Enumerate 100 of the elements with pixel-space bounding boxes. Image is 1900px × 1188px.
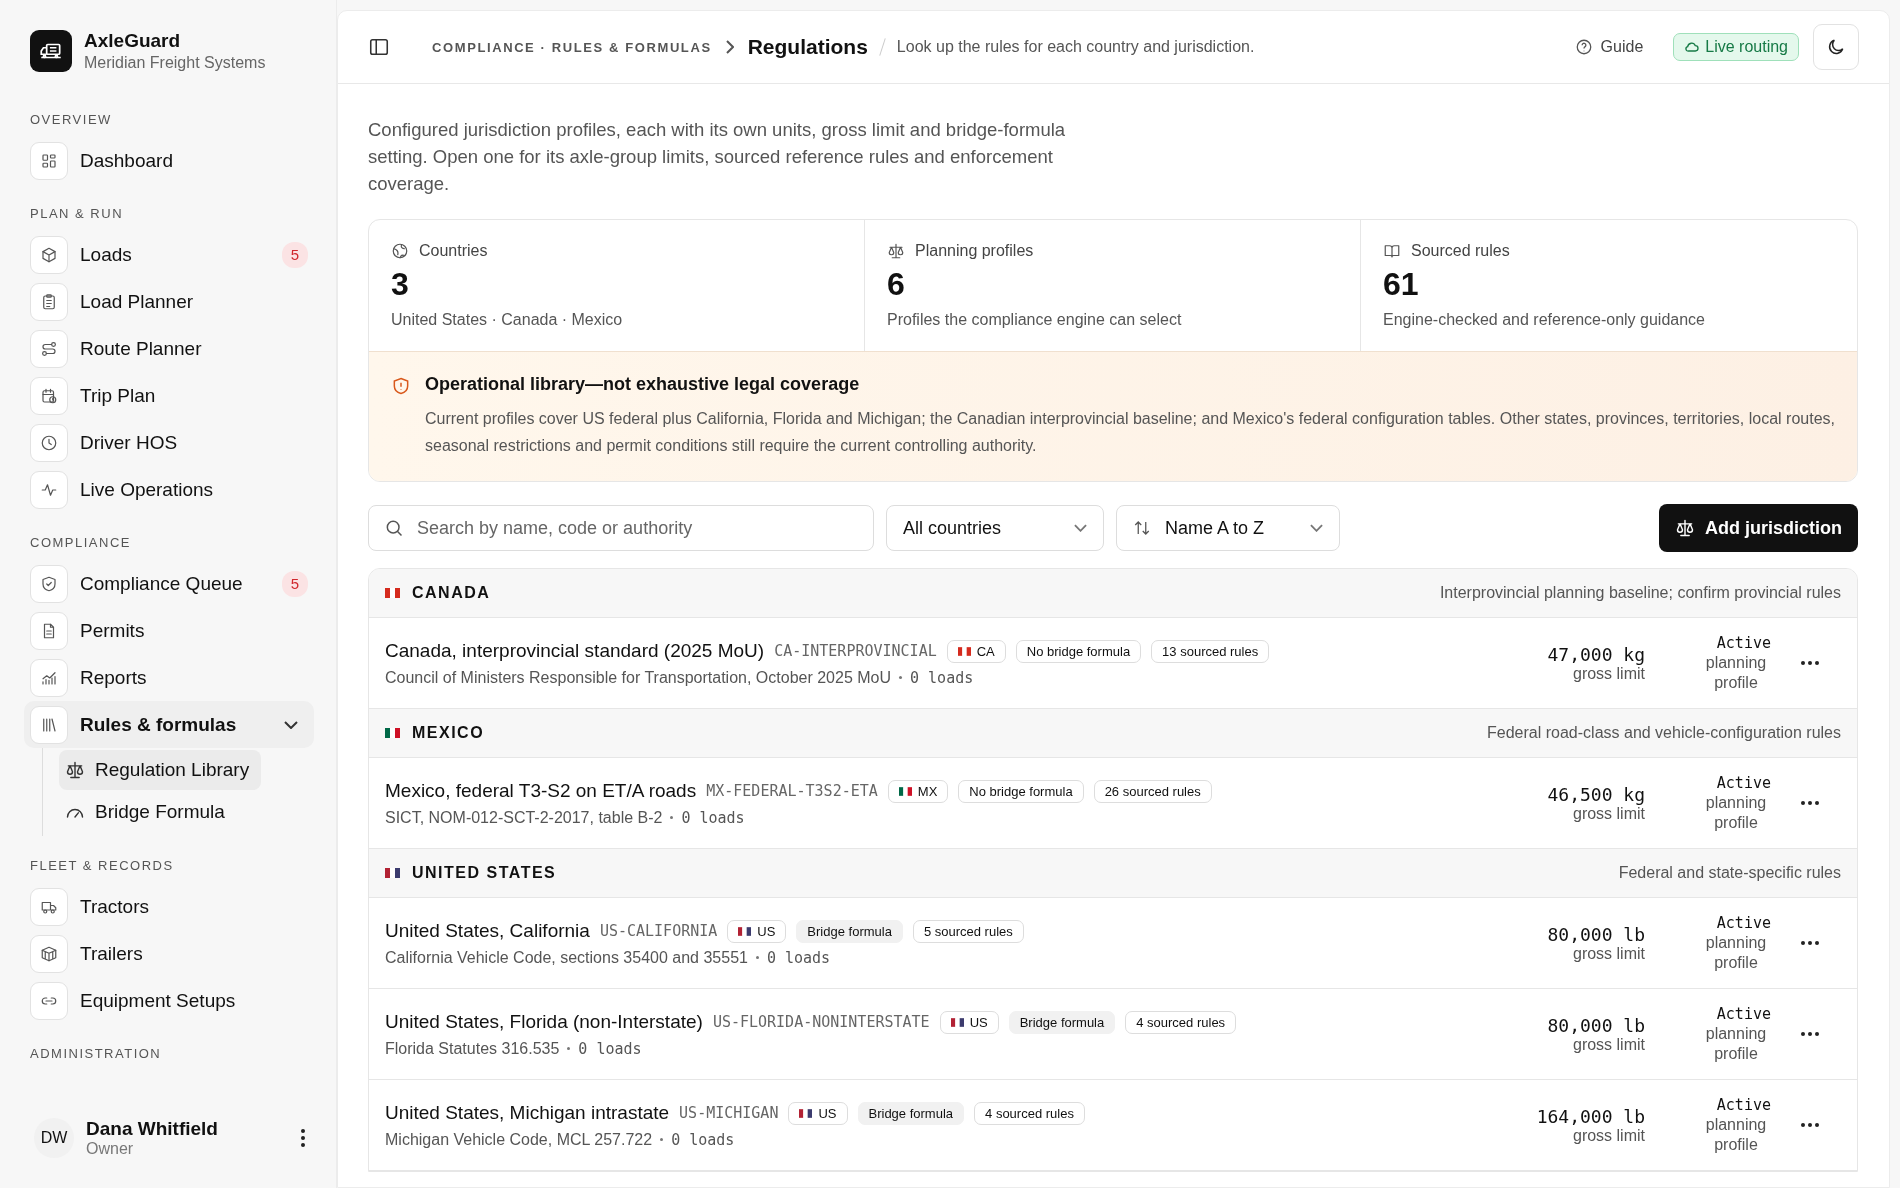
sidebar-item[interactable]: Dashboard — [24, 137, 314, 184]
sidebar-toggle-icon[interactable] — [368, 36, 390, 58]
more-icon[interactable] — [1801, 941, 1819, 945]
more-icon[interactable] — [1801, 1032, 1819, 1036]
status-note: planning profile — [1704, 653, 1768, 693]
sidebar-item[interactable]: Compliance Queue 5 — [24, 560, 314, 607]
help-icon — [1574, 38, 1593, 56]
sidebar-item[interactable]: Loads 5 — [24, 231, 314, 278]
loads-count: 0 loads — [766, 948, 831, 967]
status-note: planning profile — [1704, 933, 1768, 973]
flag-icon — [385, 728, 400, 738]
sidebar-item[interactable]: Driver HOS — [24, 419, 314, 466]
status-text: Active — [1716, 913, 1771, 933]
jurisdiction-name: Mexico, federal T3-S2 on ET/A roads — [385, 780, 697, 802]
crate-icon — [30, 934, 68, 973]
page-title: Regulations — [747, 35, 868, 59]
stat-value: 6 — [887, 266, 906, 303]
intro-text: Configured jurisdiction profiles, each with its own units, gross limit and bridge-formula setting. Open one for its axle-group limits, sourced reference rules and enforcement coverage. — [368, 118, 1067, 196]
bridge-formula-tag: Bridge formula — [796, 919, 903, 943]
clock-icon — [30, 423, 68, 462]
add-jurisdiction-button[interactable]: Add jurisdiction — [1659, 504, 1858, 552]
link-icon — [30, 981, 68, 1020]
gross-limit-label: gross limit — [1573, 664, 1645, 683]
sidebar-item[interactable]: Permits — [24, 607, 314, 654]
bridge-formula-tag: No bridge formula — [1015, 639, 1142, 663]
stat-value: 61 — [1383, 266, 1420, 303]
status-pill: Live routing — [1673, 33, 1799, 61]
loads-count: 0 loads — [671, 1130, 735, 1149]
stat-note: Engine-checked and reference-only guidance — [1383, 311, 1706, 329]
flag-icon — [385, 868, 400, 878]
sidebar-item[interactable]: Tractors — [24, 883, 314, 930]
bar-chart-icon — [30, 658, 68, 697]
section-heading: OVERVIEW — [30, 112, 113, 127]
jurisdiction-row[interactable]: United States, Florida (non-Interstate) US-FLORIDA-NONINTERSTATE US Bridge formula 4 sourced rules Florida Statutes 316.535 0 loads 80,000 lb gross limit Active planning profile — [369, 989, 1857, 1080]
rules-count-tag: 4 sourced rules — [974, 1101, 1085, 1125]
theme-toggle-button[interactable] — [1813, 24, 1859, 70]
sidebar-item[interactable]: Load Planner — [24, 278, 314, 325]
flag-icon — [738, 926, 752, 936]
flag-icon — [385, 588, 400, 598]
scale-icon — [887, 242, 905, 260]
loads-count: 0 loads — [578, 1039, 642, 1058]
scale-icon — [65, 760, 85, 780]
group-title: UNITED STATES — [412, 864, 557, 882]
more-icon[interactable] — [300, 1128, 306, 1148]
stat-note: Profiles the compliance engine can select — [887, 311, 1183, 329]
flag-icon — [799, 1108, 813, 1118]
loads-count: 0 loads — [910, 668, 974, 687]
jurisdiction-name: United States, Florida (non-Interstate) — [385, 1011, 703, 1033]
bridge-formula-tag: Bridge formula — [1008, 1010, 1116, 1034]
gross-limit-label: gross limit — [1573, 804, 1645, 823]
more-icon[interactable] — [1801, 801, 1819, 805]
status-note: planning profile — [1704, 793, 1768, 833]
sidebar-subitem[interactable]: Regulation Library — [59, 750, 262, 790]
jurisdiction-row[interactable]: United States, California US-CALIFORNIA US Bridge formula 5 sourced rules California Vehicle Code, sections 35400 and 35551 0 loads 80,000 lb gross limit Active planning profile — [369, 898, 1857, 989]
count-badge: 5 — [282, 241, 308, 268]
chevron-icon — [725, 40, 734, 54]
group-note: Interprovincial planning baseline; confirm provincial rules — [1439, 584, 1841, 602]
moon-icon — [1826, 37, 1846, 57]
sidebar-item[interactable]: Reports — [24, 654, 314, 701]
country-code: US — [818, 1105, 837, 1121]
sidebar-item[interactable]: Rules & formulas — [24, 701, 314, 748]
group-title: CANADA — [412, 584, 491, 602]
breadcrumb[interactable]: COMPLIANCE · RULES & FORMULAS — [432, 39, 712, 55]
more-icon[interactable] — [1801, 661, 1819, 665]
bridge-formula-tag: No bridge formula — [958, 779, 1084, 803]
sort-dropdown[interactable]: Name A to Z — [1116, 505, 1340, 551]
sidebar-item[interactable]: Route Planner — [24, 325, 314, 372]
country-code: US — [969, 1014, 988, 1030]
shield-check-icon — [30, 564, 68, 603]
book-icon — [1383, 242, 1401, 260]
source-text: California Vehicle Code, sections 35400 and 35551 — [385, 948, 748, 967]
sort-icon — [1133, 519, 1151, 537]
guide-button[interactable]: Guide — [1568, 37, 1650, 57]
country-dropdown[interactable]: All countries — [886, 505, 1104, 551]
gross-limit-value: 46,500 kg — [1547, 783, 1645, 805]
gross-limit-value: 47,000 kg — [1547, 643, 1645, 665]
sidebar-item[interactable]: Trailers — [24, 930, 314, 977]
jurisdiction-row[interactable]: United States, Michigan intrastate US-MICHIGAN US Bridge formula 4 sourced rules Michigan Vehicle Code, MCL 257.722 0 loads 164,000 lb gross limit Active planning profile — [369, 1080, 1857, 1171]
group-note: Federal road-class and vehicle-configuration rules — [1487, 724, 1841, 742]
status-note: planning profile — [1704, 1024, 1768, 1064]
section-heading: ADMINISTRATION — [30, 1046, 163, 1061]
rules-count-tag: 13 sourced rules — [1151, 639, 1270, 663]
sidebar-subitem[interactable]: Bridge Formula — [59, 792, 237, 832]
stat-value: 3 — [391, 266, 410, 303]
sidebar-item[interactable]: Equipment Setups — [24, 977, 314, 1024]
route-icon — [30, 329, 68, 368]
section-heading: COMPLIANCE — [30, 535, 132, 550]
sidebar-item[interactable]: Live Operations — [24, 466, 314, 513]
country-code: US — [757, 923, 776, 939]
pulse-icon — [30, 470, 68, 509]
jurisdiction-code: US-FLORIDA-NONINTERSTATE — [712, 1013, 930, 1031]
warning-shield-icon — [391, 376, 411, 396]
scale-icon — [1675, 518, 1695, 538]
truck-icon — [30, 887, 68, 926]
search-field[interactable]: Search by name, code or authority — [368, 505, 874, 551]
gross-limit-value: 164,000 lb — [1536, 1105, 1645, 1127]
sidebar-item[interactable]: Trip Plan — [24, 372, 314, 419]
country-code: MX — [917, 783, 938, 799]
stat-label: Countries — [419, 242, 488, 260]
more-icon[interactable] — [1801, 1123, 1819, 1127]
